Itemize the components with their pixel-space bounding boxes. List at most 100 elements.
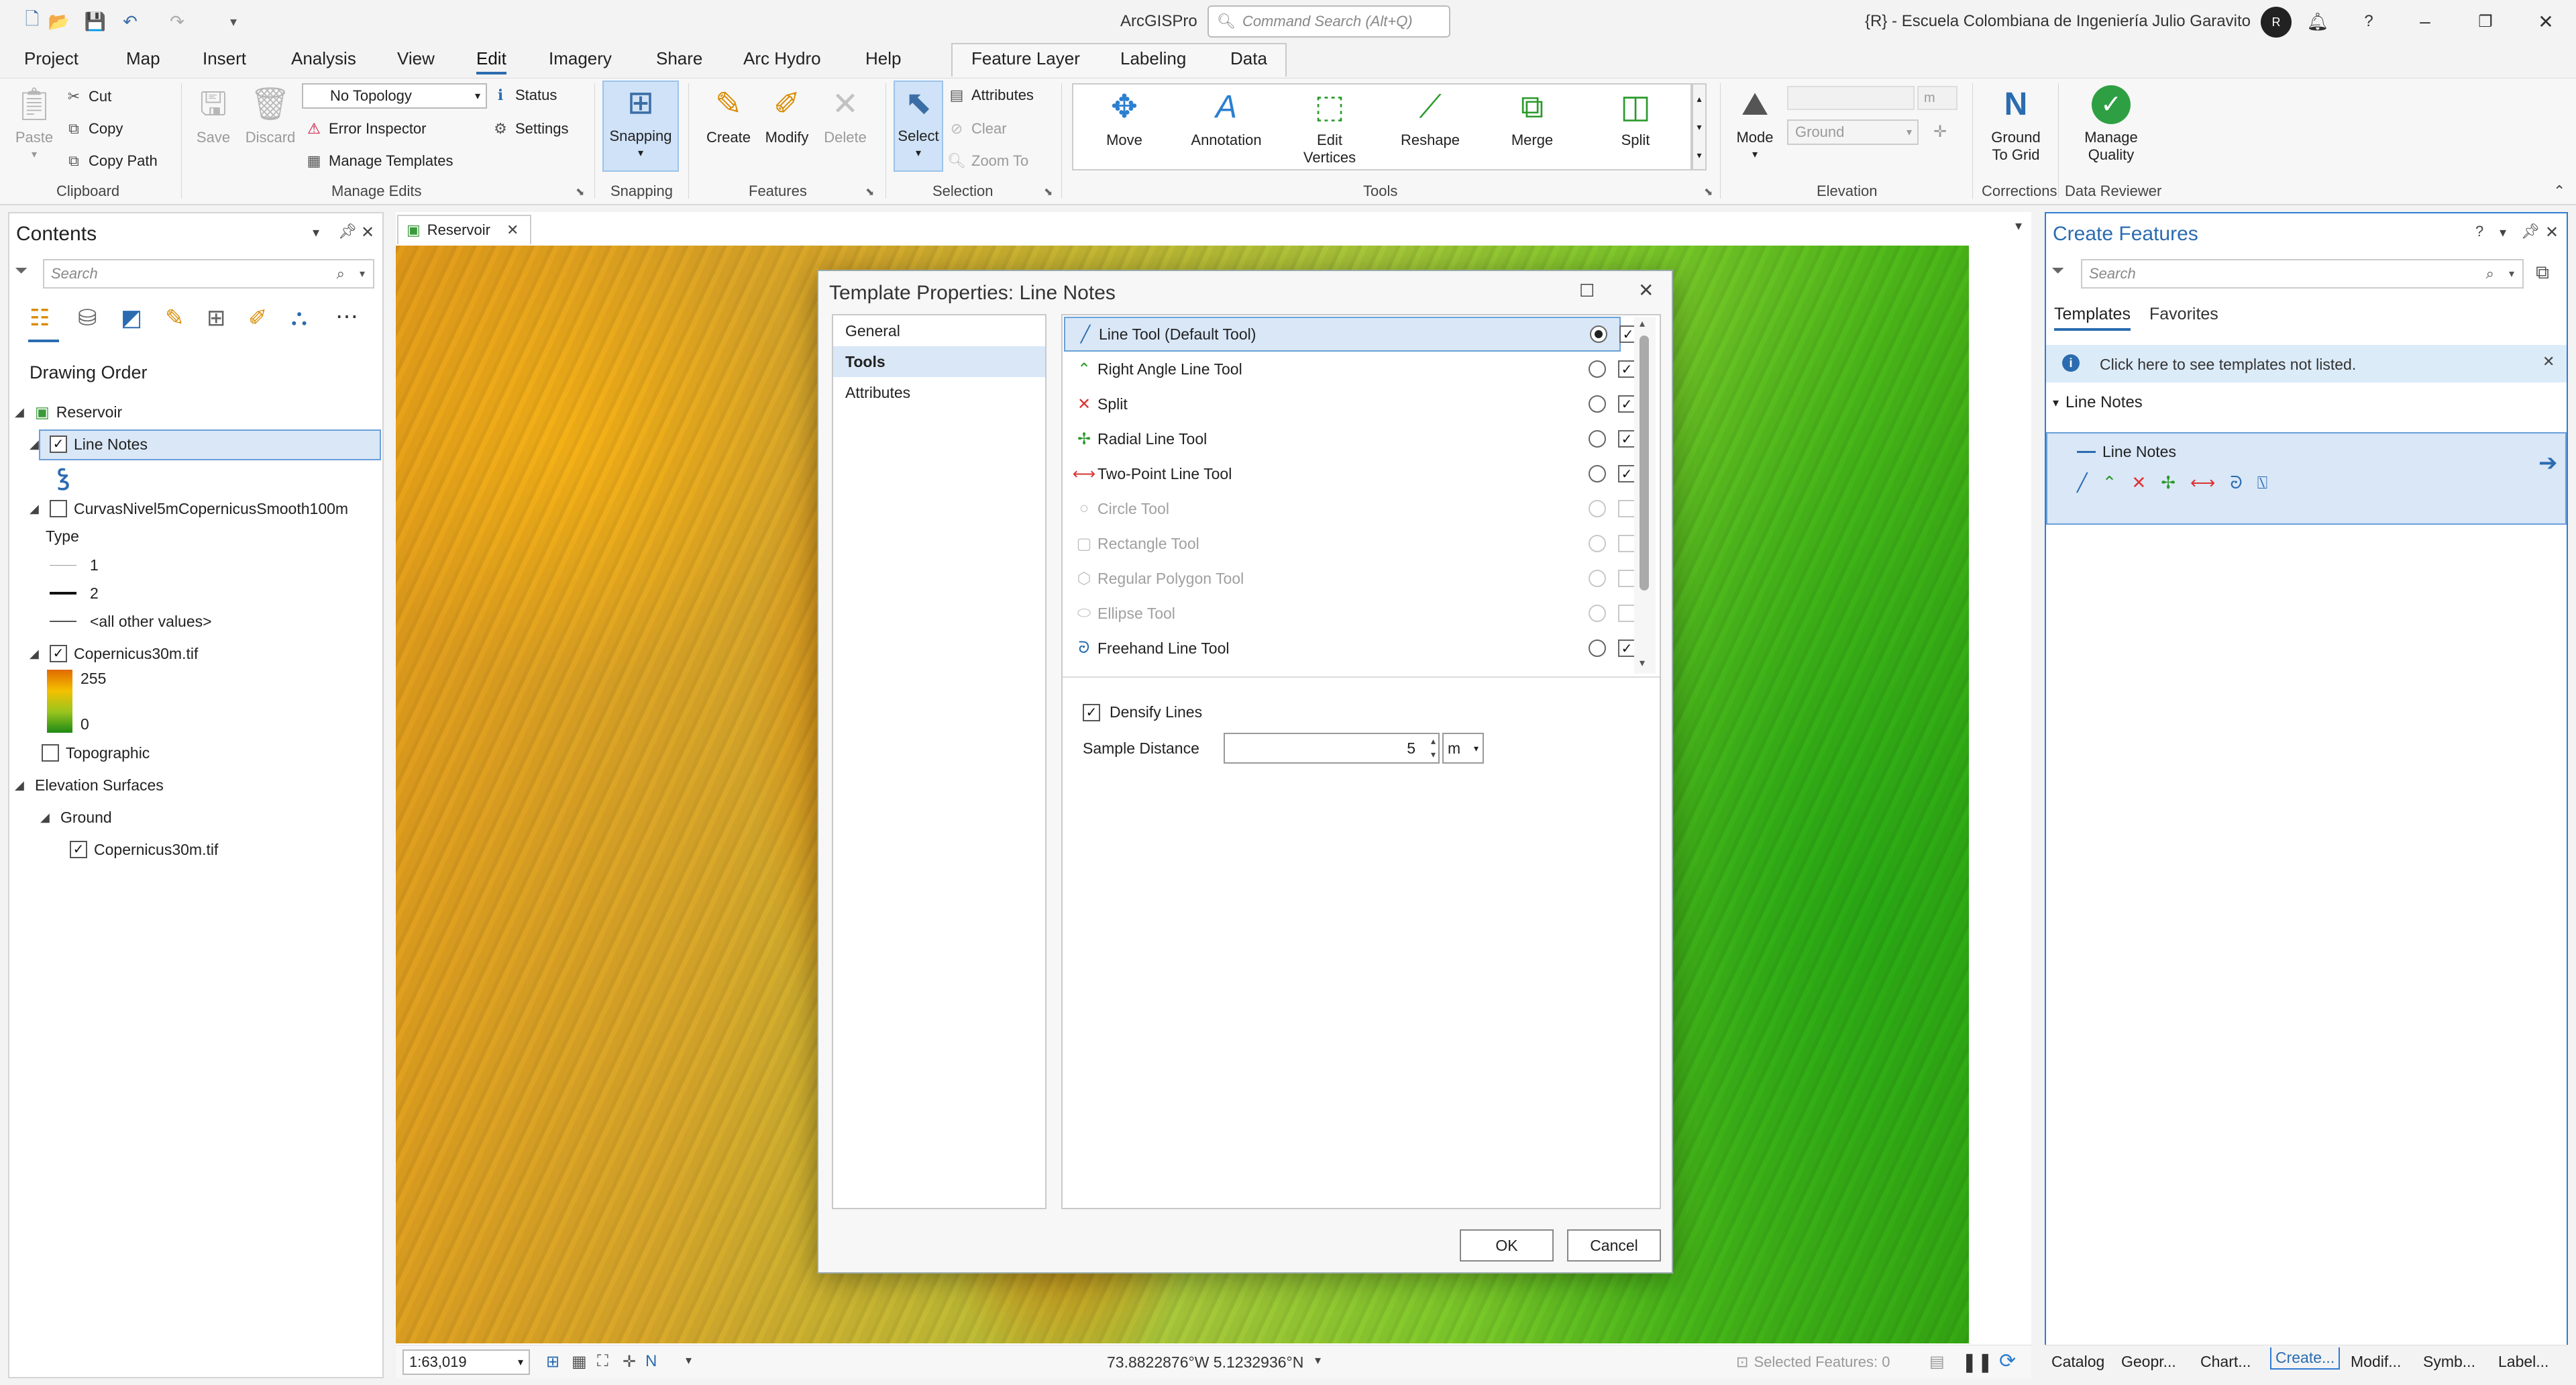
tool-row[interactable]: ✢ Radial Line Tool ✓ — [1064, 421, 1635, 456]
error-inspector-button[interactable]: ⚠ Error Inspector — [305, 117, 426, 141]
densify-lines-option[interactable]: ✓ Densify Lines — [1083, 703, 1202, 721]
split-tool-icon[interactable]: ✕ — [2131, 472, 2146, 494]
line-symbol-icon[interactable]: ꝣ — [58, 460, 69, 491]
default-tool-radio[interactable] — [1589, 465, 1606, 482]
map-scale-dropdown[interactable]: 1:63,019 ▾ — [402, 1349, 530, 1375]
tab-share[interactable]: Share — [656, 48, 702, 69]
tool-enabled-checkbox[interactable]: ✓ — [1618, 360, 1635, 378]
tree-ground-layer[interactable]: ✓ Copernicus30m.tif — [70, 836, 218, 863]
default-tool-radio[interactable] — [1589, 395, 1606, 413]
dialog-launcher-icon[interactable]: ⬊ — [576, 185, 584, 199]
help-icon[interactable]: ? — [2345, 7, 2392, 36]
create-button[interactable]: ✎ Create — [702, 83, 755, 146]
tool-row[interactable]: ⬡ Regular Polygon Tool — [1064, 561, 1635, 596]
undo-icon[interactable]: ↶ — [118, 9, 142, 34]
annotation-tool-button[interactable]: A Annotation — [1185, 86, 1268, 149]
gallery-scroll[interactable]: ▴ ▾ ▾ — [1692, 83, 1707, 170]
select-button[interactable]: ⬉ Select ▾ — [894, 81, 943, 172]
tab-insert[interactable]: Insert — [203, 48, 246, 69]
save-edits-button[interactable]: 🖫 Save — [189, 83, 237, 146]
more-options-icon[interactable]: ⋯ — [335, 303, 358, 330]
settings-button[interactable]: ⚙ Settings — [491, 117, 568, 141]
tool-enabled-checkbox[interactable]: ✓ — [1618, 395, 1635, 413]
merge-button[interactable]: ⧉ Merge — [1499, 86, 1566, 149]
tab-list-chevron-icon[interactable]: ▾ — [2015, 217, 2022, 234]
notifications-bell-icon[interactable]: 🔔︎ — [2294, 7, 2341, 36]
legend-item-type-1[interactable]: 1 — [50, 552, 99, 578]
edit-vertices-button[interactable]: ⬚ Edit Vertices — [1295, 86, 1364, 166]
delete-button[interactable]: ✕ Delete — [817, 83, 873, 146]
two-point-tool-icon[interactable]: ⟷ — [2190, 472, 2215, 494]
layer-visibility-checkbox[interactable]: ✓ — [50, 645, 67, 662]
tree-map-reservoir[interactable]: ◢ ▣ Reservoir — [15, 399, 122, 425]
default-tool-radio[interactable] — [1589, 605, 1606, 622]
layer-visibility-checkbox[interactable]: ✓ — [50, 435, 67, 453]
dialog-launcher-icon[interactable]: ⬊ — [1704, 185, 1713, 199]
list-by-perspective-icon[interactable]: ⛬ — [291, 305, 307, 331]
topology-dropdown[interactable]: No Topology ▾ — [302, 83, 487, 109]
new-project-icon[interactable]: 🗋 — [20, 9, 44, 34]
filter-icon[interactable]: ⏷ — [15, 262, 28, 280]
tool-row[interactable]: ╱ Line Tool (Default Tool) ✓ — [1064, 317, 1637, 352]
paste-button[interactable]: 📋︎ Paste ▾ — [11, 83, 58, 164]
list-by-editing-icon[interactable]: ✎ — [165, 305, 184, 331]
trace-tool-icon[interactable]: ⍂ — [2257, 472, 2268, 494]
help-icon[interactable]: ? — [2475, 223, 2483, 240]
tool-row[interactable]: ⌃ Right Angle Line Tool ✓ — [1064, 352, 1635, 387]
tree-layer-topographic[interactable]: Topographic — [42, 739, 150, 766]
scroll-up-icon[interactable]: ▴ — [1640, 317, 1645, 330]
pin-icon[interactable]: 📌︎ — [2521, 223, 2540, 240]
tab-favorites[interactable]: Favorites — [2149, 305, 2218, 324]
save-project-icon[interactable]: 💾 — [83, 9, 107, 34]
list-by-drawing-order-icon[interactable]: ☷ — [30, 305, 50, 331]
elevation-value-field[interactable] — [1787, 86, 1915, 110]
default-tool-radio[interactable] — [1589, 639, 1606, 657]
tree-ground[interactable]: ◢ Ground — [40, 804, 112, 831]
maximize-dialog-icon[interactable]: ☐ — [1579, 280, 1595, 301]
clear-selection-button[interactable]: ⊘ Clear — [947, 117, 1007, 141]
tool-enabled-checkbox[interactable]: ✓ — [1618, 430, 1635, 448]
templates-search-input[interactable]: Search ⌕ ▾ — [2081, 259, 2524, 289]
elevation-mode-button[interactable]: ⛰ Mode ▾ — [1728, 83, 1782, 164]
table-icon[interactable]: ▤ — [1929, 1352, 1945, 1372]
close-tab-icon[interactable]: ✕ — [506, 221, 519, 239]
manage-templates-icon[interactable]: ⧉ — [2536, 262, 2549, 284]
template-group-header[interactable]: ▾ Line Notes — [2053, 393, 2143, 412]
tool-row[interactable]: ○ Circle Tool — [1064, 491, 1635, 526]
tool-enabled-checkbox[interactable] — [1618, 500, 1635, 517]
layer-visibility-checkbox[interactable] — [50, 500, 67, 517]
scroll-down-icon[interactable]: ▾ — [1640, 656, 1645, 670]
bottom-tab-chart[interactable]: Chart... — [2200, 1353, 2251, 1371]
scrollbar-thumb[interactable] — [1640, 336, 1649, 591]
default-tool-radio[interactable] — [1589, 360, 1606, 378]
close-dialog-icon[interactable]: ✕ — [1638, 279, 1654, 301]
move-tool-button[interactable]: ✥ Move — [1091, 86, 1158, 149]
tool-row[interactable]: ✕ Split ✓ — [1064, 387, 1635, 421]
refresh-icon[interactable]: ⟳ — [1999, 1349, 2016, 1373]
redo-icon[interactable]: ↷ — [165, 9, 189, 34]
copy-button[interactable]: ⧉ Copy — [64, 117, 123, 141]
reshape-button[interactable]: ⟋ Reshape — [1395, 86, 1465, 149]
snapping-status-icon[interactable]: ✛ — [623, 1352, 636, 1372]
ok-button[interactable]: OK — [1460, 1229, 1554, 1262]
info-banner[interactable]: i Click here to see templates not listed… — [2046, 345, 2567, 382]
status-button[interactable]: ℹ Status — [491, 83, 557, 107]
tab-map[interactable]: Map — [126, 48, 160, 69]
list-by-snapping-icon[interactable]: ⊞ — [207, 305, 226, 331]
filter-icon[interactable]: ⏷ — [2051, 262, 2064, 280]
map-tab[interactable]: ▣ Reservoir ✕ — [397, 215, 531, 244]
bottom-tab-create-features[interactable]: Create... — [2270, 1347, 2341, 1370]
elevation-pick-icon[interactable]: ✛ — [1933, 122, 1947, 142]
tab-feature-layer[interactable]: Feature Layer — [971, 48, 1080, 69]
avatar[interactable]: R — [2261, 7, 2292, 38]
restore-button[interactable]: ❐ — [2462, 7, 2509, 36]
list-by-source-icon[interactable]: ⛁ — [78, 305, 97, 331]
nav-item-general[interactable]: General — [833, 315, 1045, 346]
color-ramp-swatch[interactable] — [47, 670, 72, 733]
close-window-button[interactable]: ✕ — [2522, 7, 2569, 36]
right-angle-tool-icon[interactable]: ⌃ — [2102, 472, 2117, 494]
sample-distance-unit-dropdown[interactable]: m ▾ — [1442, 733, 1484, 764]
fixed-zoom-icon[interactable]: ⊞ — [546, 1352, 559, 1372]
tool-row[interactable]: ⟷ Two-Point Line Tool ✓ — [1064, 456, 1635, 491]
list-by-labeling-icon[interactable]: ✐ — [248, 305, 268, 331]
